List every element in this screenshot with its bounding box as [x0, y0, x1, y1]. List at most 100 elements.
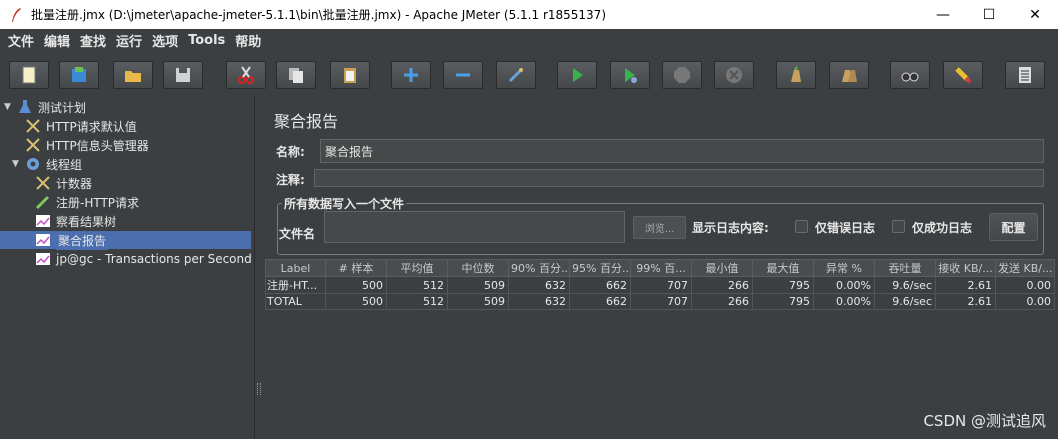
- save-button[interactable]: [163, 61, 203, 89]
- column-header[interactable]: 异常 %: [813, 259, 875, 277]
- table-cell: 0.00: [995, 276, 1055, 294]
- table-cell: TOTAL: [265, 293, 326, 310]
- shutdown-button[interactable]: [714, 61, 754, 89]
- tree-item-transactions-per-second[interactable]: jp@gc - Transactions per Second: [34, 250, 252, 268]
- reset-search-icon: [955, 67, 972, 84]
- tree-item-view-results-tree[interactable]: 察看结果树: [34, 212, 116, 230]
- menu-help[interactable]: 帮助: [230, 31, 266, 50]
- table-cell: 2.61: [935, 293, 996, 310]
- log-display-label: 显示日志内容:: [692, 221, 769, 235]
- start-no-pauses-button[interactable]: [610, 61, 650, 89]
- column-header[interactable]: 中位数: [447, 259, 509, 277]
- table-cell: 0.00: [995, 293, 1055, 310]
- browse-button[interactable]: 浏览...: [633, 216, 686, 239]
- column-header[interactable]: Label: [265, 259, 326, 277]
- templates-icon: [72, 67, 86, 82]
- clear-all-button[interactable]: [829, 61, 869, 89]
- copy-icon: [289, 68, 303, 83]
- tree-item-http-defaults[interactable]: HTTP请求默认值: [24, 117, 137, 135]
- menu-tools[interactable]: Tools: [183, 33, 230, 48]
- menu-file[interactable]: 文件: [3, 31, 39, 50]
- column-header[interactable]: 90% 百分...: [508, 259, 570, 277]
- tree-item-label: 注册-HTTP请求: [56, 195, 140, 210]
- tree-item-thread-group[interactable]: ▼ 线程组: [12, 155, 82, 173]
- table-header-row: Label # 样本 平均值 中位数 90% 百分... 95% 百分... 9…: [265, 259, 1055, 277]
- column-header[interactable]: 接收 KB/...: [935, 259, 996, 277]
- name-field[interactable]: [320, 139, 1044, 163]
- clear-all-icon: [842, 70, 857, 82]
- new-icon: [22, 66, 36, 84]
- column-header[interactable]: # 样本: [325, 259, 387, 277]
- start-button[interactable]: [557, 61, 597, 89]
- table-cell: 9.6/sec: [874, 293, 936, 310]
- maximize-button[interactable]: ☐: [966, 0, 1012, 29]
- menu-run[interactable]: 运行: [111, 31, 147, 50]
- clear-button[interactable]: [776, 61, 816, 89]
- table-row[interactable]: TOTAL 500 512 509 632 662 707 266 795 0.…: [265, 293, 1055, 310]
- reset-search-button[interactable]: [943, 61, 983, 89]
- table-cell: 662: [569, 276, 631, 294]
- errors-only-checkbox[interactable]: [795, 220, 808, 233]
- name-row: 名称:: [274, 138, 1046, 164]
- paste-icon: [344, 68, 356, 83]
- toggle-button[interactable]: [496, 61, 536, 89]
- tree-item-register-request[interactable]: 注册-HTTP请求: [34, 193, 139, 211]
- copy-button[interactable]: [276, 61, 316, 89]
- filename-field[interactable]: [324, 211, 625, 243]
- chart-icon: [34, 213, 52, 229]
- minimize-button[interactable]: —: [920, 0, 966, 29]
- tree-item-label: 线程组: [46, 157, 83, 172]
- tree-item-counter[interactable]: 计数器: [34, 174, 92, 192]
- start-icon: [573, 68, 583, 82]
- column-header[interactable]: 最大值: [752, 259, 814, 277]
- column-header[interactable]: 平均值: [386, 259, 448, 277]
- column-header[interactable]: 最小值: [691, 259, 753, 277]
- comment-label: 注释:: [276, 173, 305, 187]
- column-header[interactable]: 发送 KB/...: [995, 259, 1055, 277]
- open-button[interactable]: [113, 61, 153, 89]
- table-row[interactable]: 注册-HT... 500 512 509 632 662 707 266 795…: [265, 276, 1055, 294]
- column-header[interactable]: 99% 百...: [630, 259, 692, 277]
- tree-item-label: jp@gc - Transactions per Second: [56, 252, 252, 266]
- stop-button[interactable]: [662, 61, 702, 89]
- splitter-grip-icon: [257, 383, 261, 395]
- new-button[interactable]: [9, 61, 49, 89]
- paste-button[interactable]: [330, 61, 370, 89]
- open-icon: [125, 71, 141, 82]
- expand-all-button[interactable]: [391, 61, 431, 89]
- success-only-checkbox[interactable]: [892, 220, 905, 233]
- templates-button[interactable]: [59, 61, 99, 89]
- comment-field[interactable]: [314, 169, 1044, 187]
- wrench-icon: [24, 137, 42, 153]
- table-cell: 512: [386, 276, 448, 294]
- configure-button[interactable]: 配置: [989, 213, 1038, 241]
- expand-icon: [404, 68, 418, 82]
- test-plan-tree: ▼ 测试计划 HTTP请求默认值 HTTP信息头管理器 ▼ 线程组 计数器 注册…: [0, 95, 254, 439]
- cut-icon: [238, 66, 254, 84]
- column-header[interactable]: 95% 百分...: [569, 259, 631, 277]
- collapse-toggle-icon[interactable]: ▼: [12, 159, 24, 169]
- tree-item-http-header-manager[interactable]: HTTP信息头管理器: [24, 136, 149, 154]
- menu-edit[interactable]: 编辑: [39, 31, 75, 50]
- name-label: 名称:: [276, 145, 305, 159]
- search-button[interactable]: [890, 61, 930, 89]
- tree-item-aggregate-report[interactable]: 聚合报告: [34, 230, 109, 250]
- menu-bar: 文件 编辑 查找 运行 选项 Tools 帮助: [0, 29, 1058, 51]
- menu-options[interactable]: 选项: [147, 31, 183, 50]
- menu-search[interactable]: 查找: [75, 31, 111, 50]
- tree-item-label: 测试计划: [38, 100, 87, 115]
- chart-icon: [34, 232, 52, 248]
- cut-button[interactable]: [226, 61, 266, 89]
- close-button[interactable]: ✕: [1012, 0, 1058, 29]
- function-helper-button[interactable]: [1005, 61, 1045, 89]
- table-cell: 707: [630, 293, 692, 310]
- window-title: 批量注册.jmx (D:\jmeter\apache-jmeter-5.1.1\…: [31, 8, 606, 22]
- start-no-pauses-icon: [625, 68, 637, 83]
- collapse-all-button[interactable]: [443, 61, 483, 89]
- collapse-toggle-icon[interactable]: ▼: [4, 102, 16, 112]
- split-pane-divider[interactable]: [254, 95, 264, 439]
- success-only-label: 仅成功日志: [912, 221, 973, 235]
- column-header[interactable]: 吞吐量: [874, 259, 936, 277]
- tree-item-label: 计数器: [56, 176, 93, 191]
- tree-item-test-plan[interactable]: ▼ 测试计划: [4, 98, 86, 116]
